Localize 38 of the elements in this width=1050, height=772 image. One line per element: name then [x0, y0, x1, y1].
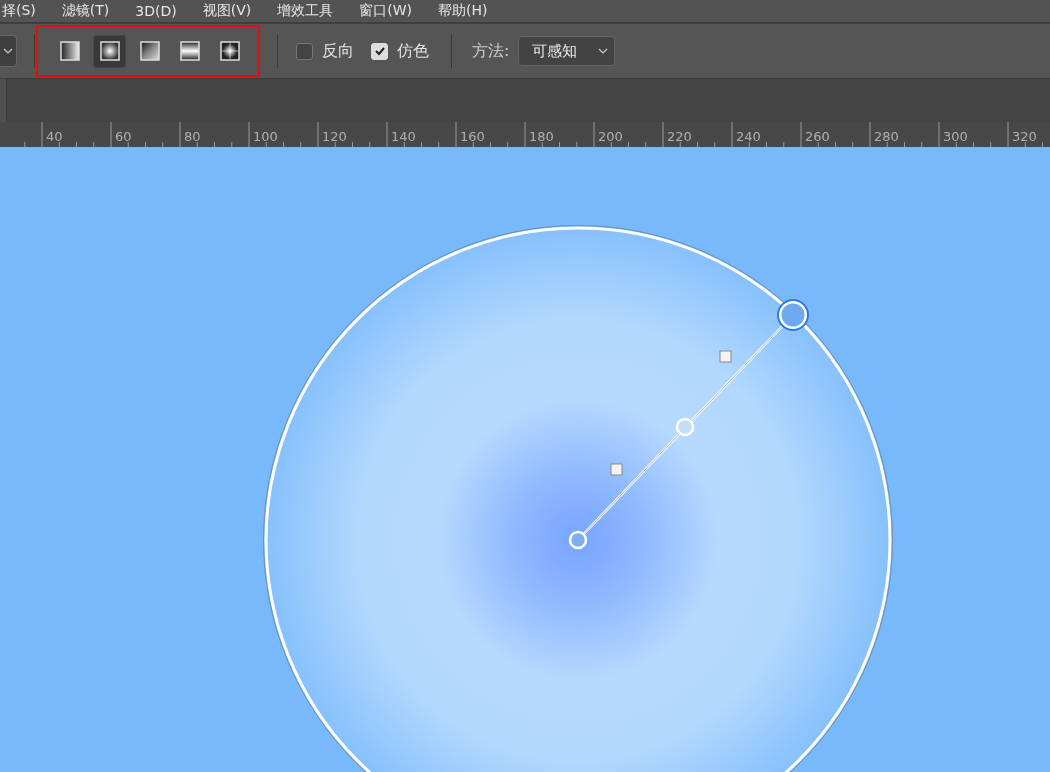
ruler-label: 100 [253, 129, 278, 144]
menu-item[interactable]: 择(S) [2, 2, 36, 20]
menu-item[interactable]: 帮助(H) [438, 2, 488, 20]
linear-gradient-icon [59, 41, 80, 61]
reverse-checkbox[interactable] [296, 42, 313, 60]
ruler-label: 40 [46, 129, 63, 144]
menu-item[interactable]: 滤镜(T) [61, 2, 110, 20]
method-label: 方法: [472, 40, 510, 62]
ruler-label: 200 [598, 129, 623, 144]
reverse-label: 反向 [322, 40, 354, 62]
dither-label: 仿色 [397, 40, 429, 62]
ruler-label: 120 [322, 129, 347, 144]
checkmark-icon [373, 45, 386, 57]
ruler-label: 280 [874, 129, 899, 144]
ruler-label: 180 [529, 129, 554, 144]
gradient-type-button[interactable] [93, 34, 126, 68]
ruler-label: 160 [460, 129, 485, 144]
menu-item[interactable]: 增效工具 [277, 2, 334, 20]
diamond-gradient-icon [219, 41, 240, 61]
ruler-label: 320 [1012, 129, 1037, 144]
menu-item[interactable]: 窗口(W) [359, 2, 412, 20]
ruler-label: 60 [115, 129, 132, 144]
ruler-label: 220 [667, 129, 692, 144]
ruler-label: 140 [391, 129, 416, 144]
dither-checkbox[interactable] [371, 42, 388, 60]
method-dropdown[interactable]: 可感知 [518, 36, 616, 66]
ruler-label: 300 [943, 129, 968, 144]
angle-gradient-icon [139, 41, 160, 61]
chevron-down-icon [3, 48, 13, 54]
ruler-label: 80 [184, 129, 201, 144]
menu-item[interactable]: 3D(D) [135, 3, 177, 19]
ruler-label: 240 [736, 129, 761, 144]
radial-gradient-icon [99, 41, 120, 61]
preset-dropdown[interactable] [0, 35, 17, 67]
chevron-down-icon [598, 48, 609, 54]
reflected-gradient-icon [179, 41, 200, 61]
menu-item[interactable]: 视图(V) [202, 2, 252, 20]
ruler-label: 260 [805, 129, 830, 144]
